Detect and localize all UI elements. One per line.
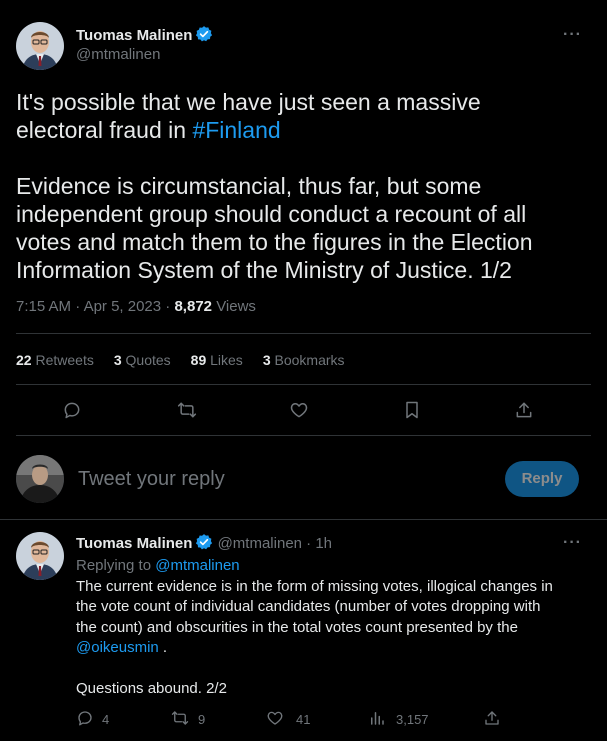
like-count: 41 xyxy=(296,712,311,727)
tweet-metadata: 7:15 AM · Apr 5, 2023 · 8,872 Views xyxy=(16,298,256,315)
reply-timestamp[interactable]: 1h xyxy=(315,535,332,552)
reply-count: 4 xyxy=(102,712,110,727)
bookmarks-label: Bookmarks xyxy=(274,352,345,368)
mention-link[interactable]: @oikeusmin xyxy=(76,639,159,656)
divider xyxy=(16,333,591,334)
replying-to-label: Replying to xyxy=(76,557,156,574)
reply-text-line: @oikeusmin . xyxy=(76,638,596,659)
quotes-count: 3 xyxy=(113,352,122,368)
divider xyxy=(16,435,591,436)
reply-body: Replying to @mtmalinen The current evide… xyxy=(76,556,596,699)
reply-author-name[interactable]: Tuomas Malinen xyxy=(76,535,192,552)
reply-views-action[interactable]: 3,157 xyxy=(368,709,429,730)
metadata-separator: · xyxy=(165,298,171,315)
replying-to-handle-link[interactable]: @mtmalinen xyxy=(155,557,239,574)
divider xyxy=(16,384,591,385)
retweet-icon[interactable] xyxy=(176,400,198,420)
quotes-label: Quotes xyxy=(125,352,171,368)
reply-text-segment: . xyxy=(158,639,168,656)
retweets-stat[interactable]: 22 Retweets xyxy=(16,352,94,368)
reply-retweet-action[interactable]: 9 xyxy=(170,709,205,730)
replying-to: Replying to @mtmalinen xyxy=(76,556,596,577)
reply-icon xyxy=(76,709,94,730)
tweet-text-segment: electoral fraud in xyxy=(16,117,193,143)
reply-input[interactable]: Tweet your reply xyxy=(78,468,225,491)
verified-badge-icon xyxy=(195,533,213,555)
analytics-icon xyxy=(368,709,386,730)
retweets-count: 22 xyxy=(16,352,32,368)
bookmark-icon[interactable] xyxy=(402,400,422,420)
reply-like-action[interactable]: 41 xyxy=(266,709,310,730)
user-avatar[interactable] xyxy=(16,455,64,503)
metadata-separator: · xyxy=(75,298,81,315)
tweet-time[interactable]: 7:15 AM xyxy=(16,298,71,315)
share-icon[interactable] xyxy=(514,400,534,420)
author-handle[interactable]: @mtmalinen xyxy=(76,46,160,63)
tweet-text-line: Information System of the Ministry of Ju… xyxy=(16,257,512,283)
verified-badge-icon xyxy=(195,25,213,47)
reply-icon[interactable] xyxy=(62,400,82,420)
reply-button[interactable]: Reply xyxy=(505,461,579,497)
reply-text-line: the vote count of individual candidates … xyxy=(76,598,541,615)
hashtag-link[interactable]: #Finland xyxy=(192,117,280,143)
reply-text-line: Questions abound. 2/2 xyxy=(76,679,227,697)
author-name-row[interactable]: Tuomas Malinen xyxy=(76,25,213,47)
reply-header: Tuomas Malinen @mtmalinen · 1h xyxy=(76,533,332,555)
bookmarks-count: 3 xyxy=(262,352,271,368)
tweet-text-line: Evidence is circumstancial, thus far, bu… xyxy=(16,173,482,199)
likes-count: 89 xyxy=(190,352,207,368)
reply-author-handle[interactable]: @mtmalinen xyxy=(218,535,302,552)
views-count: 8,872 xyxy=(174,298,213,315)
author-name[interactable]: Tuomas Malinen xyxy=(76,27,192,44)
bookmarks-stat[interactable]: 3 Bookmarks xyxy=(263,352,345,368)
engagement-stats: 22 Retweets 3 Quotes 89 Likes 3 Bookmark… xyxy=(16,352,345,368)
likes-label: Likes xyxy=(210,352,243,368)
tweet-text-line: independent group should conduct a recou… xyxy=(16,201,527,227)
reply-text-line: The current evidence is in the form of m… xyxy=(76,577,553,595)
reply-author-avatar[interactable] xyxy=(16,532,64,580)
reply-share-icon[interactable] xyxy=(483,709,501,732)
like-icon xyxy=(266,709,284,730)
tweet-text-line: votes and match them to the figures in t… xyxy=(16,229,533,255)
author-avatar[interactable] xyxy=(16,22,64,70)
tweet-date[interactable]: Apr 5, 2023 xyxy=(84,298,162,315)
retweet-icon xyxy=(170,709,190,730)
views-count: 3,157 xyxy=(396,712,429,727)
reply-more-options-icon[interactable]: ··· xyxy=(563,534,582,552)
tweet-text-line: It's possible that we have just seen a m… xyxy=(16,89,481,115)
tweet-text: It's possible that we have just seen a m… xyxy=(16,88,596,284)
quotes-stat[interactable]: 3 Quotes xyxy=(114,352,171,368)
reply-text-line: the count) and obscurities in the total … xyxy=(76,618,518,636)
retweet-count: 9 xyxy=(198,712,206,727)
tweet-text-line: electoral fraud in #Finland xyxy=(16,116,596,144)
retweets-label: Retweets xyxy=(35,352,94,368)
divider xyxy=(0,519,607,520)
likes-stat[interactable]: 89 Likes xyxy=(191,352,243,368)
like-icon[interactable] xyxy=(289,400,309,420)
reply-reply-action[interactable]: 4 xyxy=(76,709,109,730)
views-label: Views xyxy=(216,298,256,315)
reply-separator: · xyxy=(306,535,312,552)
more-options-icon[interactable]: ··· xyxy=(563,26,582,44)
